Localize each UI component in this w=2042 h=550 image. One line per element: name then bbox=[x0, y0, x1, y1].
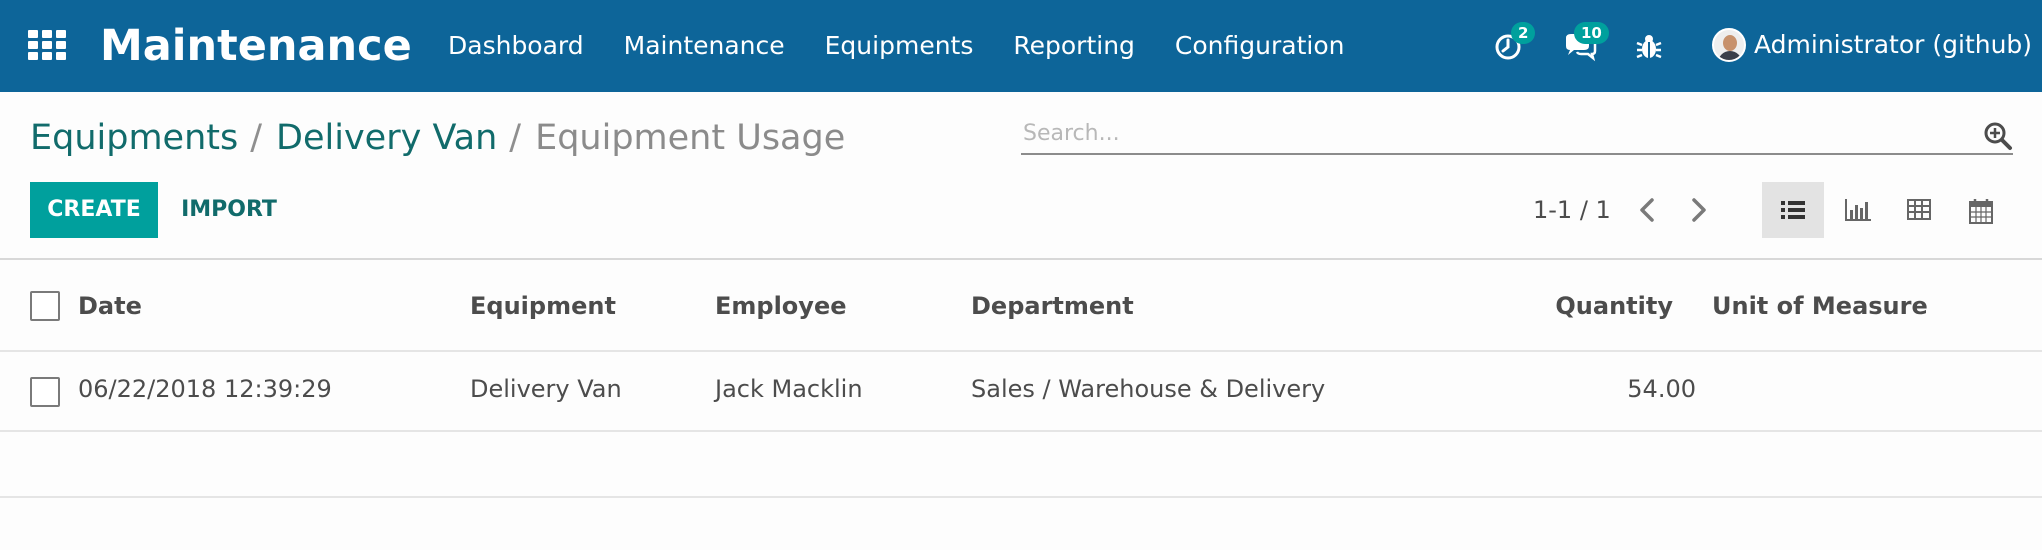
graph-icon bbox=[1845, 199, 1871, 221]
menu-item-equipments[interactable]: Equipments bbox=[825, 28, 974, 64]
messages-count-badge: 10 bbox=[1574, 22, 1609, 44]
user-menu[interactable]: Administrator (github) bbox=[1712, 27, 2032, 63]
row-checkbox[interactable] bbox=[30, 377, 60, 407]
list-icon bbox=[1781, 201, 1805, 219]
cell-equipment: Delivery Van bbox=[470, 375, 622, 403]
pager-previous-chevron-icon[interactable] bbox=[1630, 192, 1664, 228]
column-header-unit-of-measure[interactable]: Unit of Measure bbox=[1712, 289, 1928, 323]
breadcrumb-current: Equipment Usage bbox=[535, 118, 846, 158]
breadcrumb-equipments[interactable]: Equipments bbox=[30, 118, 238, 158]
breadcrumb-separator: / bbox=[250, 118, 263, 158]
column-header-date[interactable]: Date bbox=[78, 289, 142, 323]
user-name: Administrator (github) bbox=[1754, 30, 2033, 59]
search-bar bbox=[1021, 113, 2013, 155]
menu-item-configuration[interactable]: Configuration bbox=[1175, 28, 1345, 64]
breadcrumb-delivery-van[interactable]: Delivery Van bbox=[276, 118, 497, 158]
table-empty-row bbox=[0, 432, 2042, 498]
list-view-button[interactable] bbox=[1762, 182, 1824, 238]
menu-item-reporting[interactable]: Reporting bbox=[1013, 28, 1135, 64]
import-button[interactable]: IMPORT bbox=[170, 182, 288, 238]
pager-next-chevron-icon[interactable] bbox=[1682, 192, 1716, 228]
search-options-icon[interactable] bbox=[1983, 121, 2013, 151]
table-row[interactable]: 06/22/2018 12:39:29 Delivery Van Jack Ma… bbox=[0, 352, 2042, 432]
breadcrumb-separator: / bbox=[509, 118, 522, 158]
graph-view-button[interactable] bbox=[1826, 182, 1888, 238]
top-navbar: Maintenance Dashboard Maintenance Equipm… bbox=[0, 0, 2042, 92]
main-menu: Dashboard Maintenance Equipments Reporti… bbox=[448, 28, 1384, 64]
table-header-row: Date Equipment Employee Department Quant… bbox=[0, 260, 2042, 352]
column-header-quantity[interactable]: Quantity bbox=[1555, 289, 1673, 323]
cell-date: 06/22/2018 12:39:29 bbox=[78, 375, 332, 403]
activity-count-badge: 2 bbox=[1511, 22, 1536, 44]
menu-item-dashboard[interactable]: Dashboard bbox=[448, 28, 584, 64]
pager-value[interactable]: 1-1 / 1 bbox=[1533, 192, 1611, 228]
select-all-checkbox[interactable] bbox=[30, 291, 60, 321]
apps-menu-icon[interactable] bbox=[28, 30, 68, 60]
menu-item-maintenance[interactable]: Maintenance bbox=[624, 28, 785, 64]
column-header-department[interactable]: Department bbox=[971, 289, 1134, 323]
cell-quantity: 54.00 bbox=[1627, 375, 1696, 403]
create-button[interactable]: CREATE bbox=[30, 182, 158, 238]
avatar bbox=[1712, 28, 1746, 62]
column-header-equipment[interactable]: Equipment bbox=[470, 289, 616, 323]
app-title[interactable]: Maintenance bbox=[100, 16, 412, 76]
calendar-icon bbox=[1969, 199, 1993, 224]
column-header-employee[interactable]: Employee bbox=[715, 289, 847, 323]
pivot-view-button[interactable] bbox=[1888, 182, 1950, 238]
breadcrumb: Equipments / Delivery Van / Equipment Usage bbox=[30, 113, 845, 163]
equipment-usage-table: Date Equipment Employee Department Quant… bbox=[0, 260, 2042, 498]
calendar-view-button[interactable] bbox=[1950, 182, 2012, 238]
debug-bug-icon[interactable] bbox=[1634, 30, 1666, 62]
cell-employee: Jack Macklin bbox=[715, 375, 863, 403]
search-input[interactable] bbox=[1023, 116, 1923, 150]
pivot-table-icon bbox=[1907, 199, 1931, 220]
cell-department: Sales / Warehouse & Delivery bbox=[971, 375, 1326, 403]
